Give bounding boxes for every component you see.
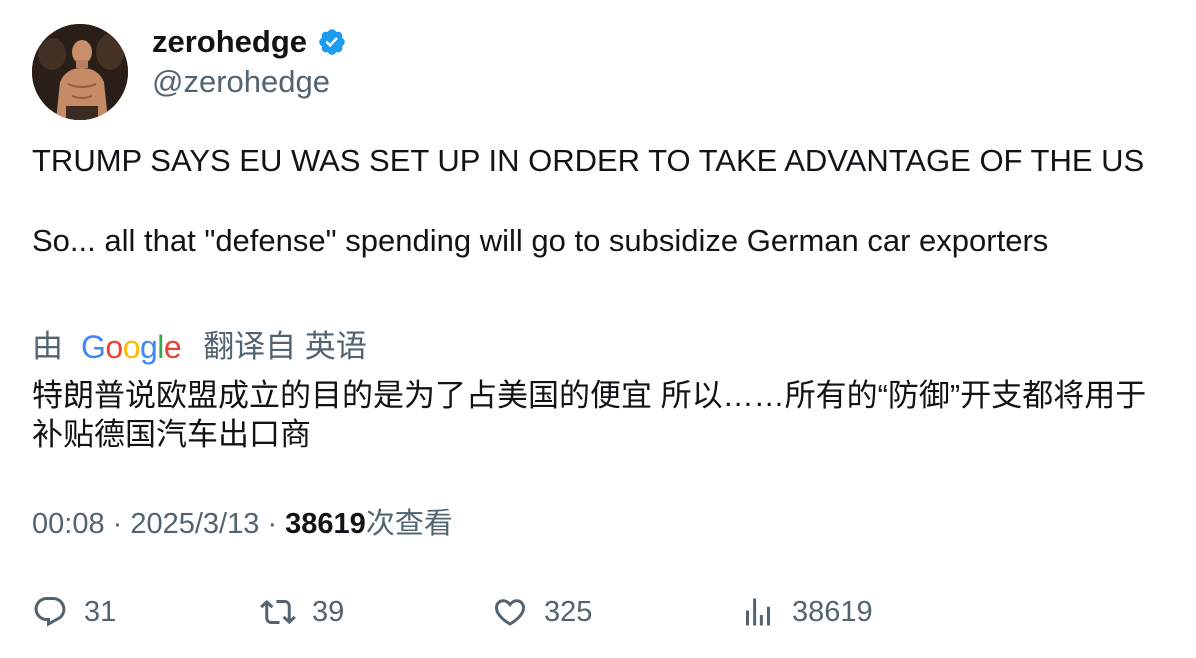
display-name[interactable]: zerohedge — [152, 22, 347, 62]
meta-separator: · — [267, 508, 286, 540]
display-name-text[interactable]: zerohedge — [152, 22, 307, 62]
tweet-time[interactable]: 00:08 — [32, 508, 105, 540]
avatar-photo-icon — [32, 24, 128, 120]
translated-text: 特朗普说欧盟成立的目的是为了占美国的便宜 所以……所有的“防御”开支都将用于补贴… — [32, 378, 1147, 452]
tweet-card: zerohedge @zerohedge TRUMP SAYS EU WAS S… — [0, 0, 1196, 658]
retweet-count: 39 — [312, 595, 345, 628]
views-count: 38619 — [285, 508, 366, 540]
meta-separator: · — [112, 508, 131, 540]
translated-from-label: 翻译自 英语 — [203, 329, 367, 364]
reply-icon — [34, 597, 66, 627]
views-button[interactable]: 38619 — [740, 592, 873, 632]
retweet-icon — [260, 599, 296, 625]
analytics-icon — [746, 598, 770, 626]
action-bar: 31 39 325 38619 — [32, 592, 1162, 632]
verified-badge-icon — [319, 29, 345, 55]
tweet-date[interactable]: 2025/3/13 — [130, 508, 259, 540]
heart-icon — [494, 599, 526, 626]
tweet-meta: 00:08 · 2025/3/13 · 38619次查看 — [32, 504, 453, 544]
tweet-text: TRUMP SAYS EU WAS SET UP IN ORDER TO TAK… — [32, 141, 1152, 261]
views-label: 次查看 — [365, 508, 453, 540]
like-count: 325 — [544, 595, 593, 628]
user-handle[interactable]: @zerohedge — [152, 62, 330, 102]
reply-button[interactable]: 31 — [32, 592, 116, 632]
views-action-count: 38619 — [792, 595, 873, 628]
tweet-text-line-2: So... all that "defense" spending will g… — [32, 223, 1049, 258]
reply-count: 31 — [84, 595, 117, 628]
tweet-text-line-1: TRUMP SAYS EU WAS SET UP IN ORDER TO TAK… — [32, 143, 1145, 178]
translation-by-label: 由 — [32, 329, 63, 364]
translation-attribution[interactable]: 由 Google 翻译自 英语 — [32, 327, 367, 367]
google-logo: Google — [81, 329, 182, 365]
avatar[interactable] — [32, 24, 128, 120]
retweet-button[interactable]: 39 — [260, 592, 344, 632]
like-button[interactable]: 325 — [492, 592, 592, 632]
